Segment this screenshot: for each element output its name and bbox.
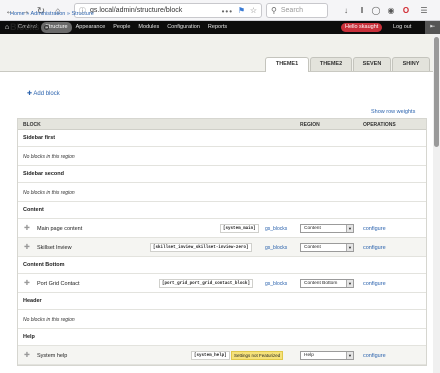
theme-link[interactable]: gs_blocks: [265, 281, 287, 287]
region-select-value: Content: [304, 226, 321, 231]
plus-icon: ✚: [27, 91, 33, 97]
block-row-skillset-inview: ✚ Skillset Inview [skillset_inview_skill…: [18, 238, 426, 257]
region-select[interactable]: Content ▼: [300, 243, 354, 252]
scrollbar-thumb[interactable]: [434, 37, 439, 147]
search-input[interactable]: ⚲ Search: [266, 3, 328, 18]
admin-toolbar: ⌂ Content Structure Appearance People Mo…: [0, 21, 440, 34]
shortcut-icon[interactable]: [43, 25, 49, 31]
menu-icon[interactable]: ☰: [418, 4, 430, 16]
region-select-value: Help: [304, 353, 314, 358]
tab-theme1[interactable]: THEME1: [265, 57, 309, 72]
machine-name: [port_grid_port_grid_contact_block]: [159, 279, 253, 288]
tab-shiny[interactable]: SHINY: [392, 57, 430, 71]
account-icon[interactable]: ◉: [385, 4, 397, 16]
block-name: System help: [37, 353, 68, 359]
status-badge: Settings not Featurized: [231, 351, 284, 360]
toolbar-reports[interactable]: Reports: [204, 22, 231, 33]
theme-link[interactable]: gs_blocks: [265, 226, 287, 232]
toolbar-modules[interactable]: Modules: [134, 22, 163, 33]
page-actions-icon[interactable]: •••: [222, 7, 233, 16]
toolbar-toggle-icon[interactable]: ⇤: [425, 21, 440, 34]
region-row-content-bottom: Content Bottom: [18, 257, 426, 274]
toolbar-people[interactable]: People: [109, 22, 134, 33]
region-select-value: Content: [304, 245, 321, 250]
drag-handle-icon[interactable]: ✚: [24, 280, 30, 287]
header-region: REGION: [300, 122, 320, 128]
configure-link[interactable]: configure: [363, 281, 386, 287]
header-block: BLOCK: [23, 122, 41, 128]
add-block-button[interactable]: ✚ Add block: [27, 90, 60, 97]
page-title: Blocks: [10, 22, 49, 32]
machine-name: [system_help]: [191, 351, 230, 360]
tab-seven[interactable]: SEVEN: [353, 57, 391, 71]
table-header: BLOCK REGION OPERATIONS: [18, 119, 426, 130]
logout-link[interactable]: Log out: [393, 21, 411, 34]
empty-region-row: No blocks in this region: [18, 310, 426, 329]
region-title: Sidebar first: [23, 135, 56, 141]
block-row-port-grid-contact: ✚ Port Grid Contact [port_grid_port_grid…: [18, 274, 426, 293]
sync-icon[interactable]: ◯: [370, 4, 382, 16]
empty-region-text: No blocks in this region: [23, 190, 75, 196]
region-row-sidebar-first: Sidebar first: [18, 130, 426, 147]
empty-region-row: No blocks in this region: [18, 147, 426, 166]
empty-region-row: No blocks in this region: [18, 183, 426, 202]
drag-handle-icon[interactable]: ✚: [24, 244, 30, 251]
download-icon[interactable]: ↓: [340, 4, 352, 16]
configure-link[interactable]: configure: [363, 245, 386, 251]
chevron-down-icon: ▼: [346, 352, 353, 359]
url-text: gs.local/admin/structure/block: [90, 7, 183, 14]
region-title: Help: [23, 334, 35, 340]
machine-name: [skillset_inview_skillset-inview-zero]: [150, 243, 252, 252]
machine-name: [system_main]: [220, 224, 259, 233]
star-icon[interactable]: ☆: [250, 6, 257, 15]
search-placeholder: Search: [280, 7, 304, 14]
library-icon[interactable]: ‖: [356, 4, 368, 16]
region-row-help: Help: [18, 329, 426, 346]
empty-region-text: No blocks in this region: [23, 317, 75, 323]
drag-handle-icon[interactable]: ✚: [24, 352, 30, 359]
search-icon: ⚲: [271, 6, 277, 15]
toolbar-configuration[interactable]: Configuration: [163, 22, 204, 33]
pocket-icon[interactable]: ⚑: [238, 6, 245, 15]
region-row-sidebar-second: Sidebar second: [18, 166, 426, 183]
drag-handle-icon[interactable]: ✚: [24, 225, 30, 232]
block-row-main-page-content: ✚ Main page content [system_main] gs_blo…: [18, 219, 426, 238]
block-name: Port Grid Contact: [37, 281, 80, 287]
url-bar[interactable]: ⓘ gs.local/admin/structure/block ••• ⚑ ☆: [74, 3, 262, 18]
toolbar-appearance[interactable]: Appearance: [72, 22, 110, 33]
region-select[interactable]: Content ▼: [300, 224, 354, 233]
show-row-weights-link[interactable]: Show row weights: [371, 109, 415, 115]
region-title: Sidebar second: [23, 171, 64, 177]
configure-link[interactable]: configure: [363, 353, 386, 359]
blocks-table: BLOCK REGION OPERATIONS Sidebar first No…: [17, 118, 427, 366]
empty-region-text: No blocks in this region: [23, 154, 75, 160]
chevron-down-icon: ▼: [346, 280, 353, 287]
block-row-system-help: ✚ System help [system_help] Settings not…: [18, 346, 426, 365]
page-scrollbar[interactable]: [433, 34, 440, 373]
opera-icon[interactable]: O: [400, 4, 412, 16]
configure-link[interactable]: configure: [363, 226, 386, 232]
add-block-label: Add block: [33, 91, 60, 97]
block-name: Main page content: [37, 226, 83, 232]
breadcrumb[interactable]: Home » Administration » Structure: [10, 11, 94, 17]
page-title-text: Blocks: [10, 22, 40, 32]
chevron-down-icon: ▼: [346, 244, 353, 251]
region-select-value: Content Bottom: [304, 281, 338, 286]
header-operations: OPERATIONS: [363, 122, 396, 128]
theme-link[interactable]: gs_blocks: [265, 245, 287, 251]
region-title: Content Bottom: [23, 262, 65, 268]
block-name: Skillset Inview: [37, 245, 72, 251]
chevron-down-icon: ▼: [346, 225, 353, 232]
region-select[interactable]: Content Bottom ▼: [300, 279, 354, 288]
region-title: Content: [23, 207, 44, 213]
user-button[interactable]: Hello skaught: [341, 23, 383, 32]
region-title: Header: [23, 298, 42, 304]
region-select[interactable]: Help ▼: [300, 351, 354, 360]
region-row-content: Content: [18, 202, 426, 219]
tab-theme2[interactable]: THEME2: [310, 57, 352, 71]
region-row-header: Header: [18, 293, 426, 310]
